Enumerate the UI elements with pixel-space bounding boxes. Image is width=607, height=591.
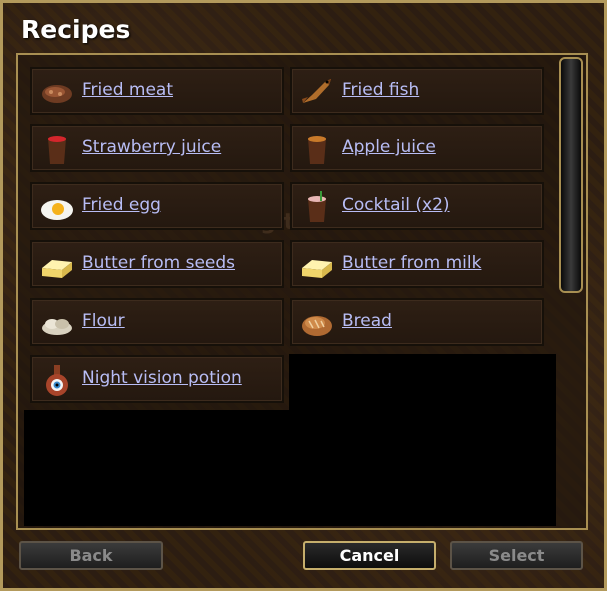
flour-icon (40, 306, 74, 340)
recipe-label[interactable]: Fried fish (342, 80, 419, 100)
recipe-label[interactable]: Flour (82, 311, 125, 331)
back-button[interactable]: Back (19, 541, 163, 570)
recipe-item-strawberry-juice[interactable]: Strawberry juice (30, 124, 284, 172)
cocktail-icon (300, 190, 334, 224)
recipe-label[interactable]: Strawberry juice (82, 137, 221, 157)
fried-egg-icon (40, 190, 74, 224)
recipe-item-cocktail[interactable]: Cocktail (x2) (290, 182, 544, 230)
recipe-item-apple-juice[interactable]: Apple juice (290, 124, 544, 172)
recipe-item-butter-from-milk[interactable]: Butter from milk (290, 240, 544, 288)
recipe-label[interactable]: Butter from milk (342, 253, 481, 273)
strawberry-juice-icon (40, 132, 74, 166)
bread-icon (300, 306, 334, 340)
empty-list-area (24, 410, 556, 526)
fried-meat-icon (40, 75, 74, 109)
recipe-label[interactable]: Night vision potion (82, 368, 242, 388)
recipe-label[interactable]: Bread (342, 311, 392, 331)
fried-fish-icon (300, 75, 334, 109)
cancel-button[interactable]: Cancel (303, 541, 436, 570)
recipe-label[interactable]: Fried meat (82, 80, 173, 100)
recipe-label[interactable]: Butter from seeds (82, 253, 235, 273)
recipe-item-flour[interactable]: Flour (30, 298, 284, 346)
recipe-label[interactable]: Fried egg (82, 195, 161, 215)
recipe-item-butter-from-seeds[interactable]: Butter from seeds (30, 240, 284, 288)
window-title: Recipes (21, 15, 131, 44)
recipe-item-fried-meat[interactable]: Fried meat (30, 67, 284, 115)
recipe-item-fried-fish[interactable]: Fried fish (290, 67, 544, 115)
recipe-label[interactable]: Cocktail (x2) (342, 195, 450, 215)
select-button[interactable]: Select (450, 541, 583, 570)
recipe-item-fried-egg[interactable]: Fried egg (30, 182, 284, 230)
recipe-item-night-vision-potion[interactable]: Night vision potion (30, 355, 284, 403)
empty-slot-area (289, 354, 556, 414)
recipe-item-bread[interactable]: Bread (290, 298, 544, 346)
scrollbar[interactable] (559, 57, 583, 293)
butter-icon (40, 248, 74, 282)
potion-icon (40, 363, 74, 397)
apple-juice-icon (300, 132, 334, 166)
recipe-label[interactable]: Apple juice (342, 137, 436, 157)
butter-icon (300, 248, 334, 282)
